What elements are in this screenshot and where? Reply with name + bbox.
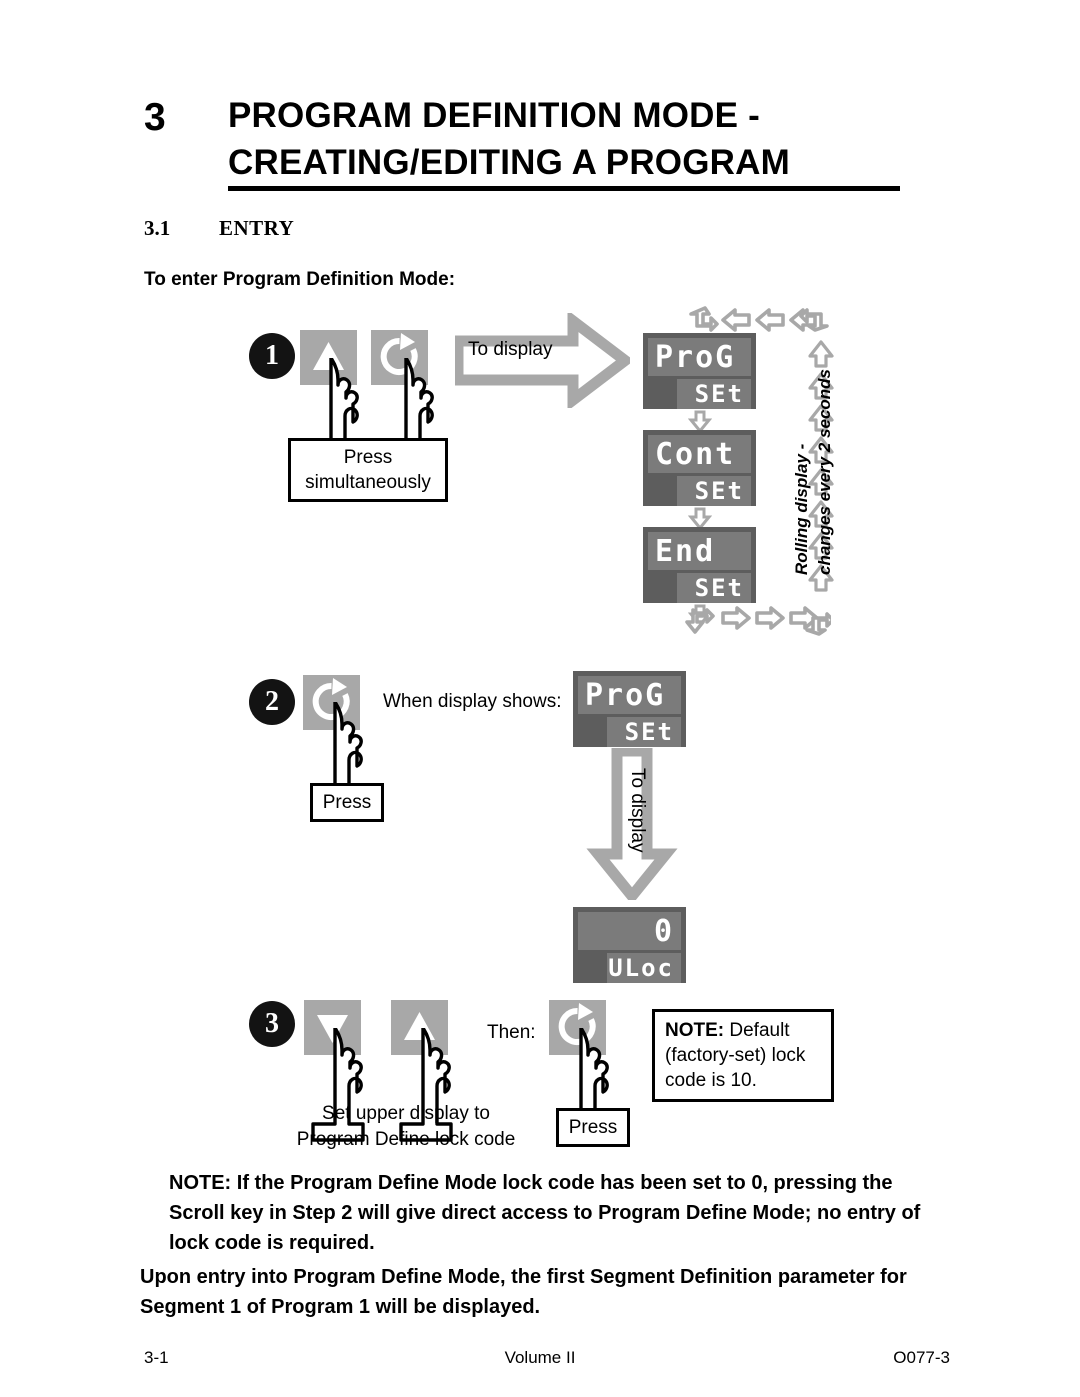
lcd-lower: SEt [676, 379, 751, 409]
lcd-display-cont: Cont SEt [643, 430, 756, 506]
lcd-upper: ProG [648, 338, 751, 376]
down-arrow-icon [688, 410, 712, 432]
lcd-lower: SEt [606, 717, 681, 747]
note-paragraph: NOTE: If the Program Define Mode lock co… [169, 1172, 921, 1254]
note-box-line-3: code is 10. [665, 1070, 757, 1091]
page-title: PROGRAM DEFINITION MODE - CREATING/EDITI… [228, 96, 790, 182]
scroll-icon [380, 333, 418, 375]
step2-scroll-key[interactable] [303, 675, 360, 730]
step1-scroll-key[interactable] [371, 330, 428, 385]
chapter-number: 3 [144, 96, 166, 139]
to-display-down-label: To display [627, 768, 648, 853]
rolling-note-line-1: Rolling display - [792, 443, 811, 575]
when-display-shows-label: When display shows: [383, 691, 562, 712]
then-label: Then: [487, 1022, 536, 1043]
step3-caption-line-2: Program Define lock code [296, 1129, 516, 1150]
lcd-lower: SEt [676, 476, 751, 506]
section-number: 3.1 [144, 216, 171, 240]
section-title: ENTRY [219, 216, 295, 240]
note-box-line-2: (factory-set) lock [665, 1045, 806, 1066]
lcd-lower: ULoc [606, 953, 681, 983]
lcd-display-prog: ProG SEt [643, 333, 756, 409]
lcd-upper: ProG [578, 676, 681, 714]
down-arrow-icon [317, 1015, 348, 1043]
footer-doc-code: O077-3 [893, 1348, 950, 1367]
rolling-display-note: Rolling display - changes every 2 second… [790, 369, 836, 575]
document-page: 3 PROGRAM DEFINITION MODE - CREATING/EDI… [0, 0, 1080, 1397]
note-box-rest: Default [724, 1020, 790, 1041]
note-box-bold: NOTE: [665, 1020, 725, 1041]
step3-up-key[interactable] [391, 1000, 448, 1055]
final-paragraph: Upon entry into Program Define Mode, the… [140, 1266, 907, 1318]
lcd-upper: 0 [578, 912, 681, 950]
up-arrow-icon [313, 342, 344, 370]
rolling-loop-bottom-arrows [685, 606, 831, 636]
step3-press-label: Press [556, 1108, 630, 1147]
step2-press-label: Press [310, 783, 384, 822]
scroll-icon [312, 678, 350, 720]
lcd-display-end: End SEt [643, 527, 756, 603]
step3-caption-line-1: Set upper display to [322, 1103, 490, 1124]
intro-text: To enter Program Definition Mode: [144, 269, 456, 290]
scroll-icon [558, 1003, 596, 1045]
press-simultaneously-label: Press simultaneously [288, 438, 448, 502]
press-line-2: simultaneously [305, 472, 431, 493]
lcd-upper: End [648, 532, 751, 570]
title-underline [228, 186, 900, 191]
rolling-note-line-2: changes every 2 seconds [815, 368, 834, 575]
step3-caption: Set upper display to Program Define lock… [291, 1101, 521, 1153]
step1-up-key[interactable] [300, 330, 357, 385]
step-1-badge: 1 [249, 333, 295, 379]
step-2-badge: 2 [249, 679, 295, 725]
step3-down-key[interactable] [304, 1000, 361, 1055]
press-line-1: Press [343, 447, 393, 468]
note-box: NOTE: Default (factory-set) lock code is… [652, 1009, 834, 1102]
up-arrow-icon [404, 1012, 435, 1040]
to-display-arrow-label: To display [468, 339, 553, 360]
down-arrow-icon [688, 507, 712, 529]
lcd-display-uloc: 0 ULoc [573, 907, 686, 983]
step3-scroll-key[interactable] [549, 1000, 606, 1055]
step-3-badge: 3 [249, 1001, 295, 1047]
lcd-display-prog-step2: ProG SEt [573, 671, 686, 747]
lcd-upper: Cont [648, 435, 751, 473]
lcd-lower: SEt [676, 573, 751, 603]
